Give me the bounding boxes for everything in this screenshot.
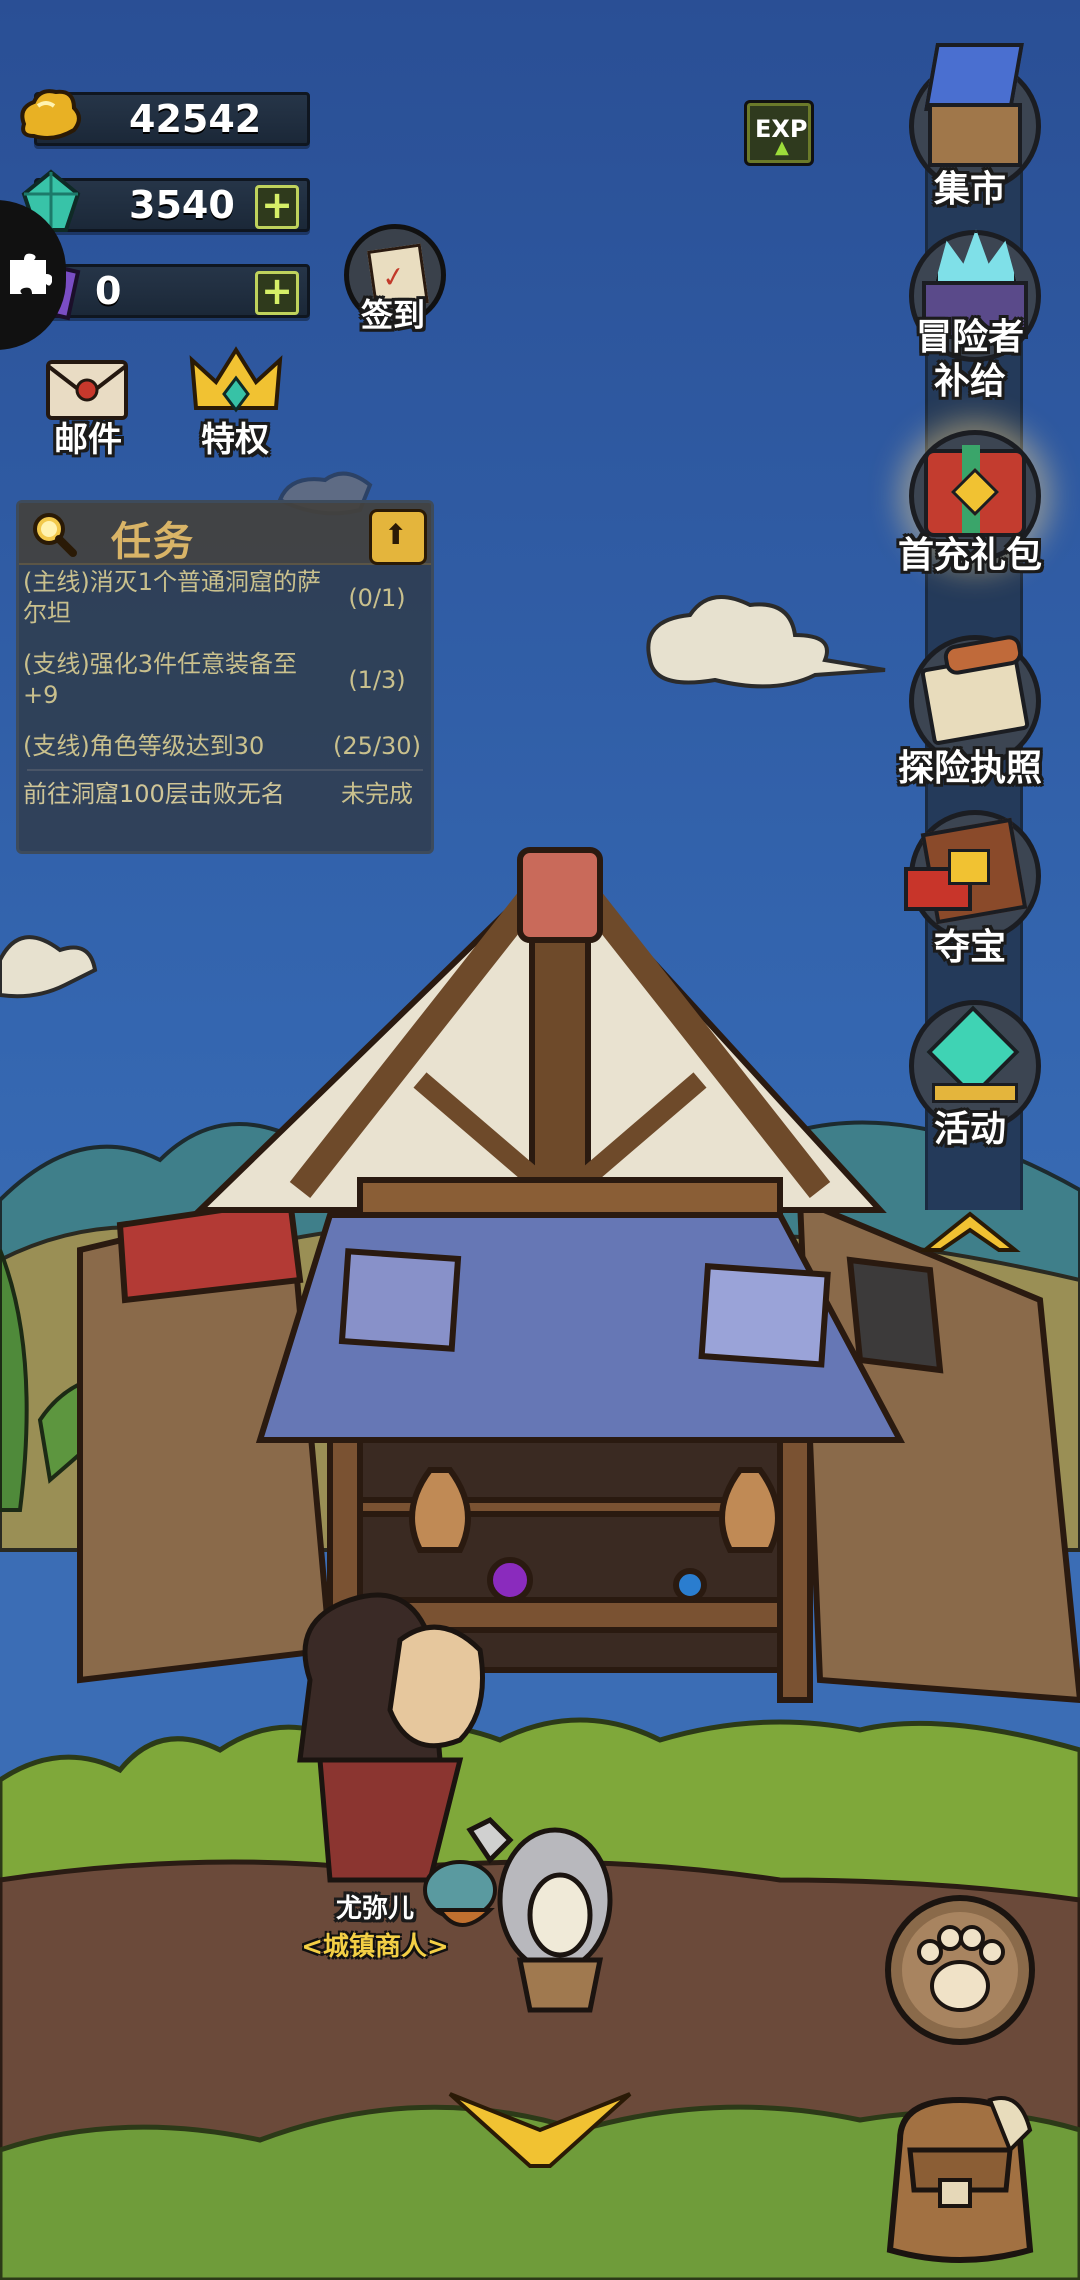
explorer-license-button[interactable]: 探险执照 (895, 615, 1045, 789)
gold-nugget-icon (20, 89, 81, 140)
checkin-button[interactable]: ✓ 签到 (338, 220, 448, 340)
gold-amount: 42542 (129, 97, 262, 141)
first-charge-label: 首充礼包 (897, 535, 1042, 576)
magnifier-icon[interactable] (29, 509, 79, 559)
mail-button[interactable]: 邮件 (38, 350, 138, 460)
activity-label: 活动 (933, 1109, 1006, 1150)
backpack-button[interactable] (870, 2080, 1050, 2270)
quest-item[interactable]: (主线)消灭1个普通洞窟的萨尔坦 (0/1) (19, 567, 431, 633)
treasure-hunt-button[interactable]: 夺宝 (895, 790, 1045, 968)
collapse-side-menu-button[interactable] (915, 1200, 1025, 1260)
quest-text: (主线)消灭1个普通洞窟的萨尔坦 (23, 568, 321, 627)
chevron-down-icon (448, 2092, 632, 2168)
ticket-amount: 0 (95, 269, 122, 313)
quest-progress: 未完成 (341, 780, 413, 808)
collapse-quest-button[interactable]: ⬆ (369, 509, 427, 565)
quest-text: 前往洞窟100层击败无名 (23, 780, 285, 808)
quest-header: 任务 ⬆ (19, 503, 431, 565)
chevron-up-icon (919, 1211, 1021, 1252)
quest-text: (支线)强化3件任意装备至+9 (23, 650, 297, 709)
privilege-button[interactable]: 特权 (180, 340, 290, 460)
quest-text: (支线)角色等级达到30 (23, 732, 265, 760)
add-tickets-button[interactable]: + (255, 271, 299, 315)
npc-name: 尤弥儿 (335, 1894, 414, 1924)
arrow-up-icon: ▲ (775, 137, 789, 158)
npc-nameplate[interactable]: 尤弥儿 <城镇商人> (290, 1888, 460, 1968)
first-charge-gift-button[interactable]: 首充礼包 (895, 410, 1045, 580)
checkin-label: 签到 (360, 296, 425, 334)
quest-item[interactable]: 前往洞窟100层击败无名 未完成 (19, 779, 431, 813)
adventurer-supply-button[interactable]: 冒险者 补给 (895, 220, 1045, 410)
gem-amount: 3540 (129, 183, 235, 227)
quest-divider (27, 769, 423, 771)
npc-title: <城镇商人> (301, 1932, 449, 1962)
quest-progress: (1/3) (348, 666, 406, 694)
arrow-up-icon: ⬆ (384, 518, 408, 551)
privilege-label: 特权 (201, 420, 269, 460)
quest-item[interactable]: (支线)角色等级达到30 (25/30) (19, 731, 431, 765)
scroll-down-button[interactable] (440, 2090, 640, 2170)
add-gems-button[interactable]: + (255, 185, 299, 229)
backpack-icon (886, 2096, 1034, 2263)
quest-progress: (0/1) (348, 584, 406, 612)
quest-panel-title: 任务 (111, 519, 195, 565)
treasure-label: 夺宝 (933, 927, 1006, 968)
license-label: 探险执照 (897, 748, 1042, 789)
paw-icon (885, 1895, 1035, 2045)
supply-label-line2: 补给 (933, 361, 1006, 402)
quest-panel[interactable]: 任务 ⬆ (主线)消灭1个普通洞窟的萨尔坦 (0/1) (支线)强化3件任意装备… (16, 500, 434, 854)
market-label: 集市 (933, 169, 1006, 210)
puzzle-icon (10, 253, 52, 294)
quest-progress: (25/30) (333, 732, 421, 760)
pet-button[interactable] (880, 1890, 1040, 2050)
quest-item[interactable]: (支线)强化3件任意装备至+9 (1/3) (19, 649, 431, 715)
market-button[interactable]: 集市 (895, 40, 1045, 210)
exp-boost-button[interactable]: EXP ▲ (744, 100, 814, 166)
activity-button[interactable]: 活动 (895, 990, 1045, 1160)
mail-label: 邮件 (54, 420, 122, 460)
